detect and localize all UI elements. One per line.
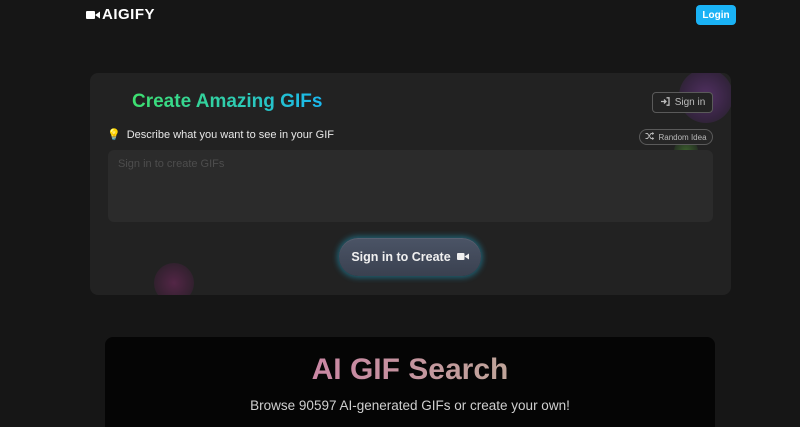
sign-in-button[interactable]: Sign in — [652, 92, 713, 113]
create-button[interactable]: Sign in to Create — [339, 238, 481, 276]
login-button[interactable]: Login — [696, 5, 736, 25]
search-subtitle: Browse 90597 AI-generated GIFs or create… — [250, 398, 570, 413]
random-idea-button[interactable]: Random Idea — [639, 129, 713, 145]
prompt-label-text: Describe what you want to see in your GI… — [126, 129, 334, 141]
shuffle-icon — [645, 132, 655, 142]
prompt-input[interactable] — [108, 150, 713, 222]
top-nav: AIGIFY Login — [0, 0, 800, 32]
video-camera-icon — [456, 250, 469, 264]
decorative-blob — [154, 263, 194, 295]
video-camera-icon — [86, 10, 100, 20]
brand-logo[interactable]: AIGIFY — [86, 6, 155, 23]
sign-in-icon — [660, 96, 670, 109]
create-gif-card: Create Amazing GIFs Sign in 💡 Describe w… — [90, 73, 731, 295]
create-button-label: Sign in to Create — [351, 250, 451, 264]
prompt-label: 💡 Describe what you want to see in your … — [107, 129, 334, 141]
lightbulb-icon: 💡 — [107, 128, 121, 141]
gif-search-section: AI GIF Search Browse 90597 AI-generated … — [105, 337, 715, 427]
sign-in-label: Sign in — [674, 97, 706, 108]
brand-name: AIGIFY — [102, 6, 156, 23]
random-idea-label: Random Idea — [658, 132, 707, 142]
card-title: Create Amazing GIFs — [132, 91, 323, 112]
search-title: AI GIF Search — [105, 353, 715, 387]
